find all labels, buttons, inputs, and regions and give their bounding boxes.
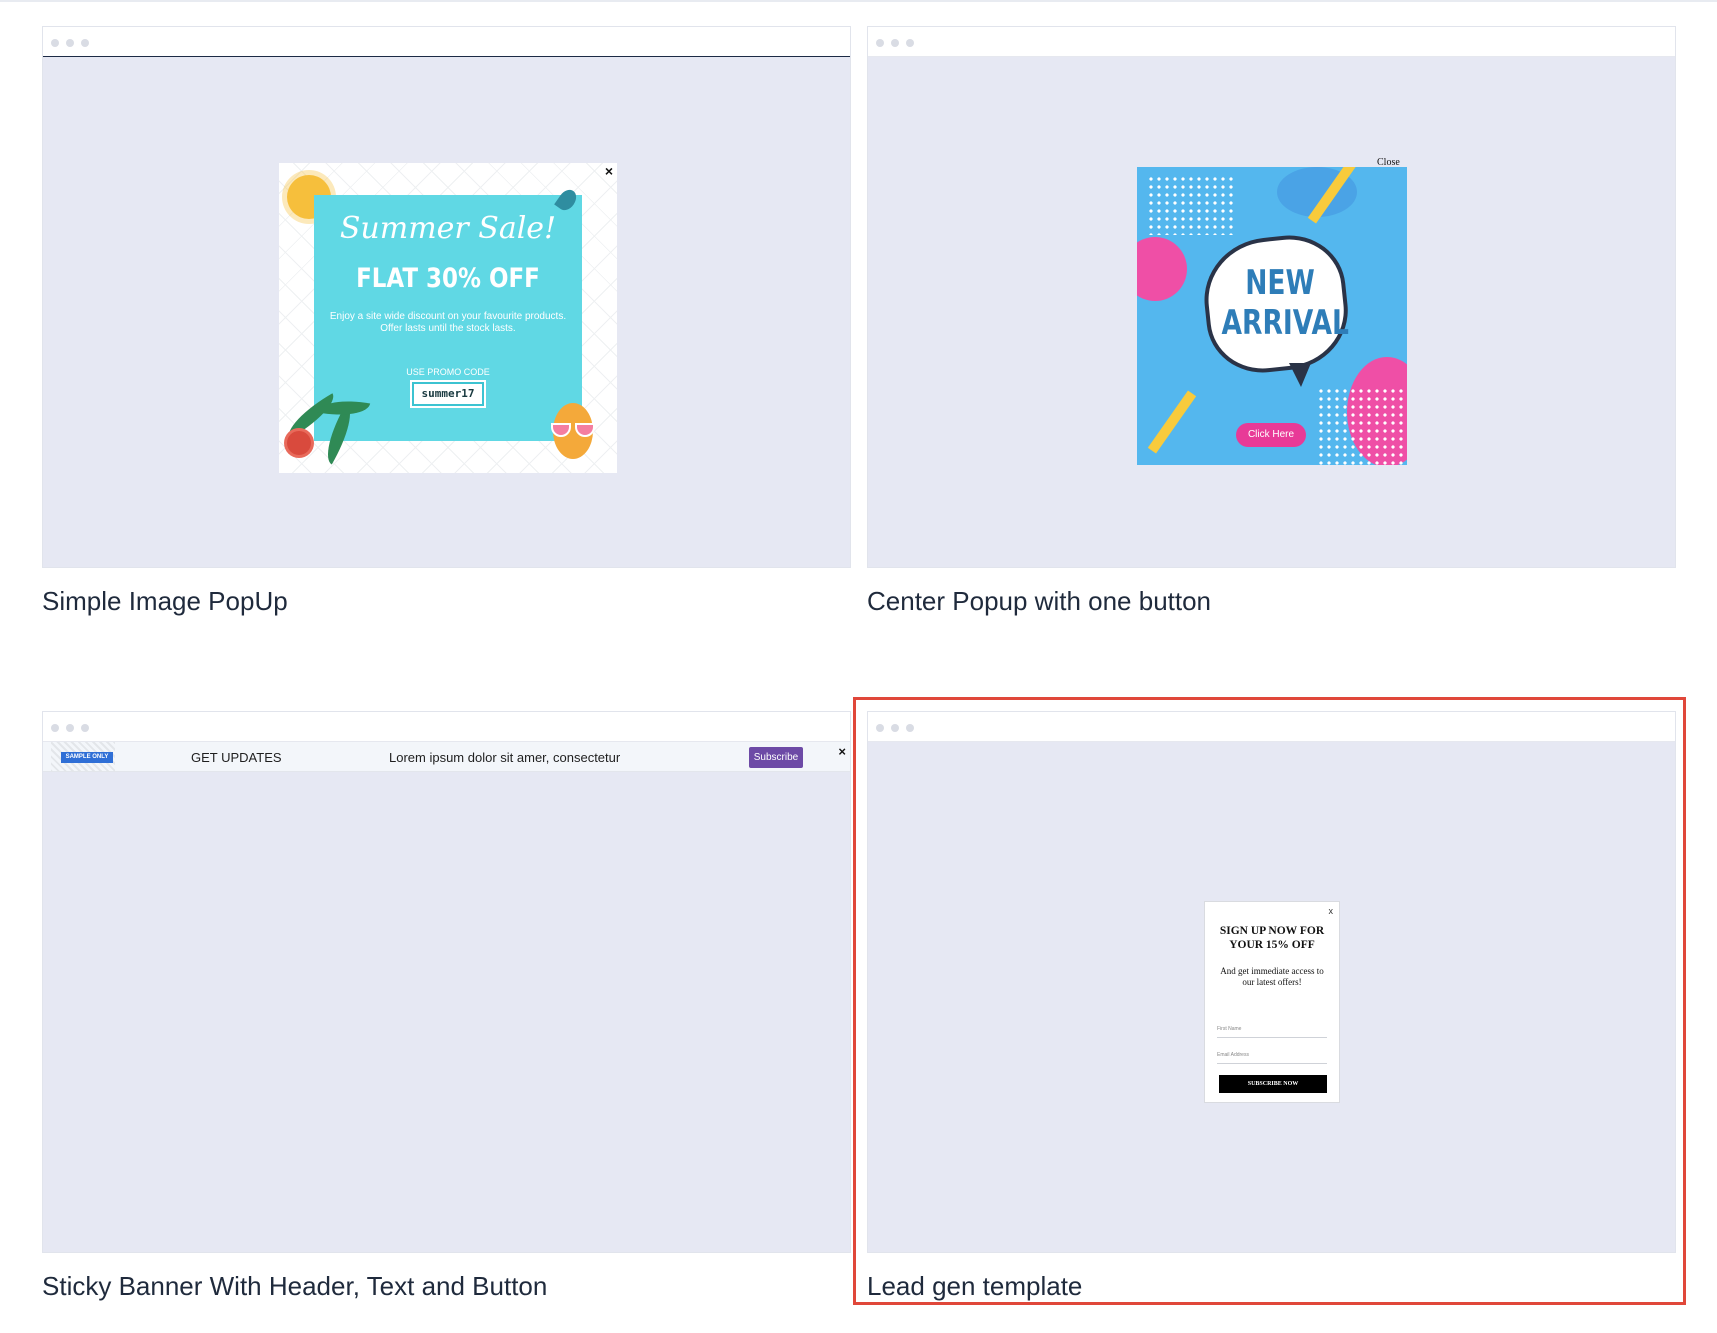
close-icon: × xyxy=(838,744,846,759)
template-preview[interactable]: SAMPLE ONLY GET UPDATES Lorem ipsum dolo… xyxy=(42,711,851,1253)
template-title[interactable]: Sticky Banner With Header, Text and Butt… xyxy=(42,1271,547,1302)
dot-pattern xyxy=(1317,387,1407,465)
close-icon: × xyxy=(604,163,613,179)
flower-icon xyxy=(287,431,311,455)
yellow-stripe xyxy=(1147,390,1197,454)
window-dots-icon xyxy=(876,724,884,732)
first-name-field: First Name xyxy=(1217,1024,1327,1038)
window-dots-icon xyxy=(66,39,74,47)
window-dots-icon xyxy=(906,724,914,732)
banner-header: GET UPDATES xyxy=(191,750,282,765)
summer-sale-popup: Summer Sale! FLAT 30% OFF Enjoy a site w… xyxy=(279,163,617,473)
promo-code: summer17 xyxy=(410,380,486,408)
sample-ribbon: SAMPLE ONLY xyxy=(61,752,113,763)
template-preview[interactable]: Summer Sale! FLAT 30% OFF Enjoy a site w… xyxy=(42,26,851,568)
lead-body: And get immediate access to our latest o… xyxy=(1220,966,1324,987)
popup-description: Enjoy a site wide discount on your favou… xyxy=(329,311,567,334)
browser-chrome xyxy=(43,712,850,742)
template-title[interactable]: Lead gen template xyxy=(867,1271,1082,1302)
popup-title-line1: NEW xyxy=(1245,263,1315,303)
template-preview[interactable]: x SIGN UP NOW FOR YOUR 15% OFF And get i… xyxy=(867,711,1676,1253)
banner-text: Lorem ipsum dolor sit amer, consectetur xyxy=(389,750,621,765)
pink-circle xyxy=(1137,237,1187,301)
browser-chrome xyxy=(868,27,1675,57)
popup-headline: FLAT 30% OFF xyxy=(356,263,540,294)
new-arrival-popup: NEW ARRIVAL Click Here xyxy=(1137,167,1407,465)
window-dots-icon xyxy=(891,724,899,732)
window-dots-icon xyxy=(906,39,914,47)
popup-title-line2: ARRIVAL xyxy=(1221,303,1349,343)
window-dots-icon xyxy=(891,39,899,47)
close-icon: x xyxy=(1328,906,1334,916)
speech-bubble-tail xyxy=(1289,363,1311,387)
window-dots-icon xyxy=(876,39,884,47)
popup-cta-button: Click Here xyxy=(1236,423,1306,447)
promo-label: USE PROMO CODE xyxy=(406,367,490,377)
subscribe-now-button: SUBSCRIBE NOW xyxy=(1219,1075,1327,1093)
lead-gen-popup: x SIGN UP NOW FOR YOUR 15% OFF And get i… xyxy=(1204,901,1340,1103)
window-dots-icon xyxy=(66,724,74,732)
template-preview[interactable]: NEW ARRIVAL Click Here Close xyxy=(867,26,1676,568)
sticky-banner: SAMPLE ONLY GET UPDATES Lorem ipsum dolo… xyxy=(43,742,850,772)
popup-close-link: Close xyxy=(1377,157,1400,168)
popup-script-title: Summer Sale! xyxy=(339,211,557,246)
dot-pattern xyxy=(1147,175,1237,235)
sunglasses-icon xyxy=(549,423,597,437)
browser-chrome xyxy=(868,712,1675,742)
window-dots-icon xyxy=(81,724,89,732)
window-dots-icon xyxy=(51,39,59,47)
window-dots-icon xyxy=(51,724,59,732)
browser-chrome xyxy=(43,27,850,57)
lead-heading: SIGN UP NOW FOR YOUR 15% OFF xyxy=(1219,925,1325,951)
top-divider xyxy=(0,0,1717,2)
template-title[interactable]: Simple Image PopUp xyxy=(42,586,288,617)
window-dots-icon xyxy=(81,39,89,47)
banner-subscribe-button: Subscribe xyxy=(749,747,803,768)
template-title[interactable]: Center Popup with one button xyxy=(867,586,1211,617)
email-field: Email Address xyxy=(1217,1050,1327,1064)
